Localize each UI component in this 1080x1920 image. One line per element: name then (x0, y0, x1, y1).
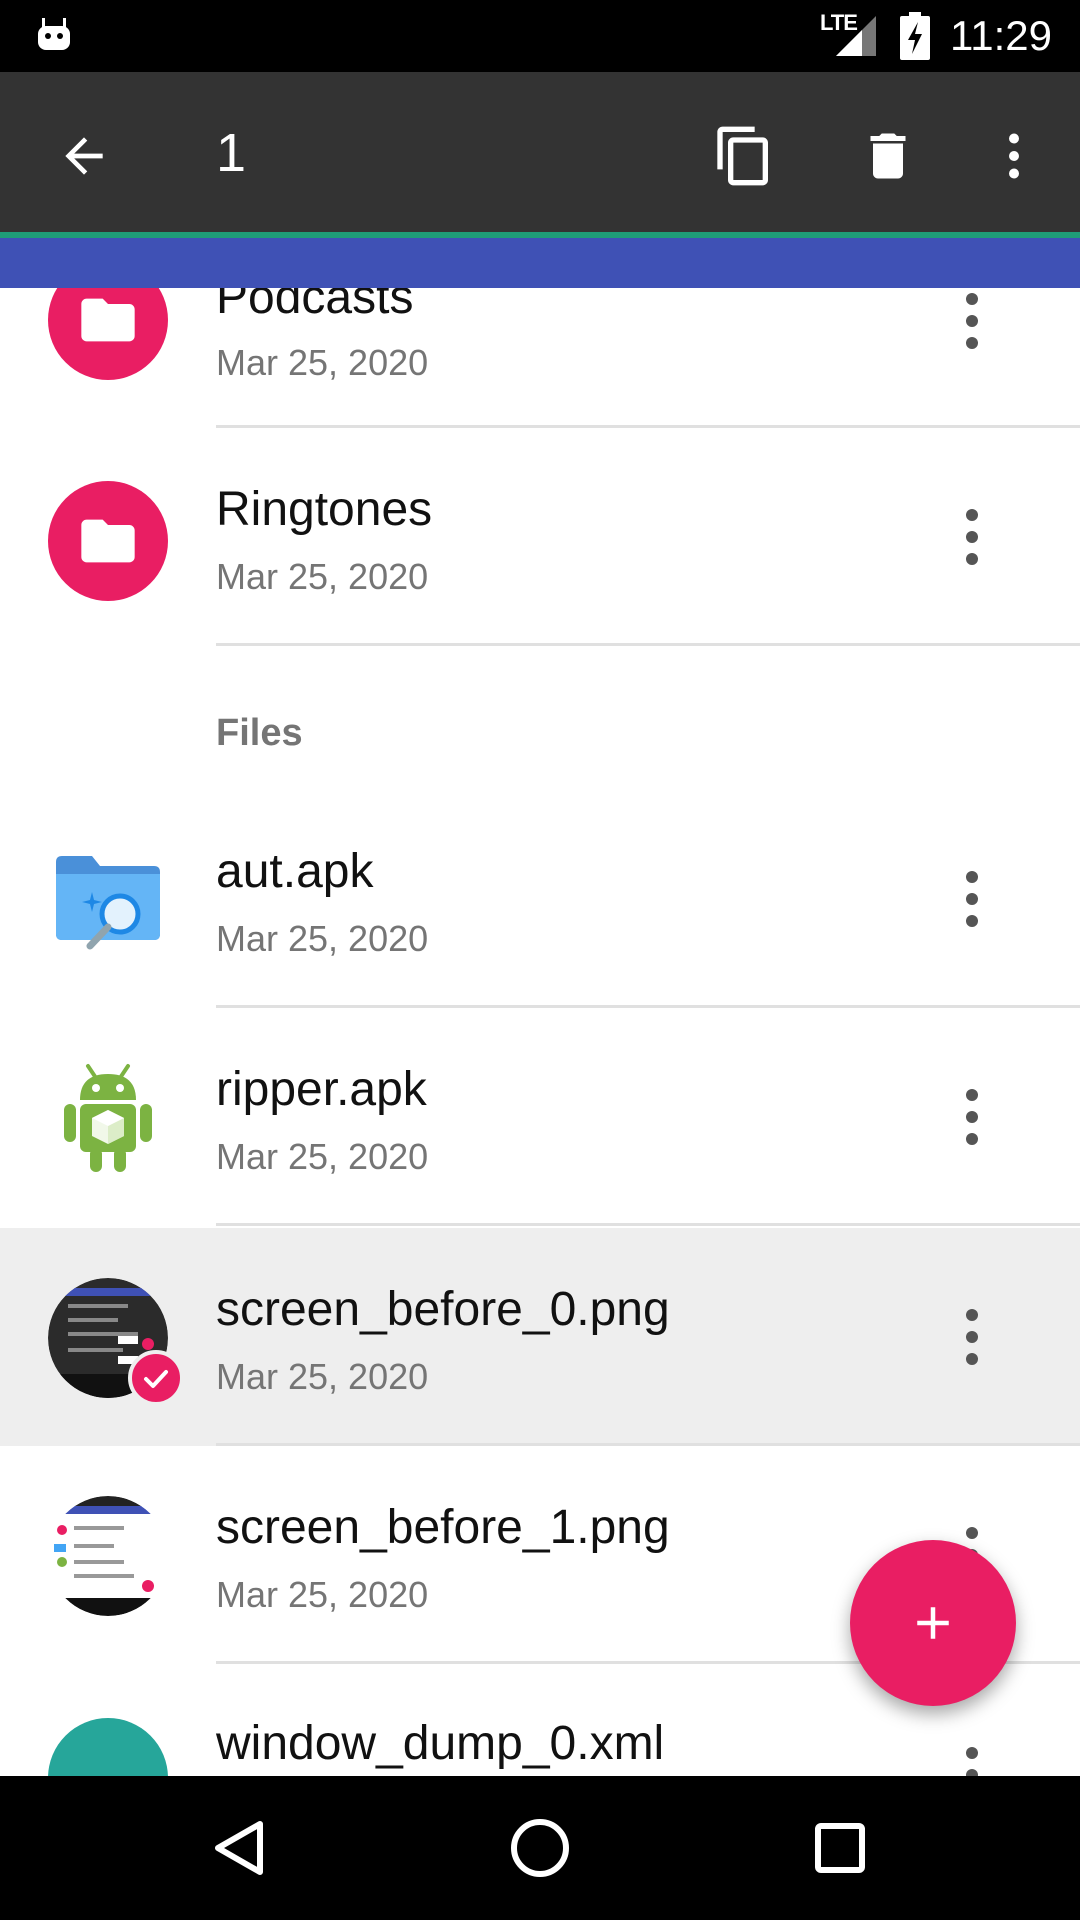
section-header-files: Files (216, 712, 303, 754)
more-vert-icon[interactable] (970, 112, 1058, 200)
image-thumbnail (48, 1496, 168, 1616)
signal-icon (836, 16, 876, 56)
item-date: Mar 25, 2020 (216, 1574, 429, 1615)
item-name: screen_before_1.png (216, 1501, 670, 1554)
more-vert-icon[interactable] (942, 1730, 1002, 1776)
item-date: Mar 25, 2020 (216, 918, 429, 959)
status-bar: LTE 11:29 (0, 0, 1080, 72)
list-item-ringtones[interactable]: Ringtones Mar 25, 2020 (0, 428, 1080, 646)
home-circle-icon (511, 1819, 569, 1877)
item-date: Mar 25, 2020 (216, 556, 429, 597)
nav-back-button[interactable] (190, 1798, 290, 1898)
item-name: screen_before_0.png (216, 1283, 670, 1336)
item-name: ripper.apk (216, 1063, 427, 1116)
selection-action-bar: 1 (0, 72, 1080, 232)
divider (216, 643, 1080, 646)
plus-icon (917, 1607, 949, 1639)
recents-square-icon (815, 1823, 865, 1873)
copy-icon[interactable] (700, 112, 788, 200)
apk-search-icon (56, 856, 160, 950)
add-fab-button[interactable] (850, 1540, 1016, 1706)
folder-icon (48, 481, 168, 601)
list-item-aut-apk[interactable]: aut.apk Mar 25, 2020 (0, 790, 1080, 1008)
delete-icon[interactable] (844, 112, 932, 200)
android-apk-icon (64, 1064, 152, 1172)
more-vert-icon[interactable] (942, 288, 1002, 366)
nav-recents-button[interactable] (790, 1798, 890, 1898)
back-triangle-icon (215, 1821, 263, 1875)
more-vert-icon[interactable] (942, 1292, 1002, 1382)
item-date: Mar 25, 2020 (216, 1356, 429, 1397)
item-date: Mar 25, 2020 (216, 342, 429, 383)
selection-count: 1 (216, 123, 247, 183)
item-date: Mar 25, 2020 (216, 1136, 429, 1177)
item-name: Ringtones (216, 483, 433, 536)
android-notification-icon (38, 18, 70, 50)
clock: 11:29 (950, 12, 1052, 59)
divider (216, 1223, 1080, 1226)
nav-home-button[interactable] (490, 1798, 590, 1898)
item-name: Podcasts (216, 288, 414, 324)
list-item-ripper-apk[interactable]: ripper.apk Mar 25, 2020 (0, 1008, 1080, 1226)
battery-charging-icon (900, 12, 930, 60)
list-item-podcasts[interactable]: Podcasts Mar 25, 2020 (0, 288, 1080, 428)
item-name: window_dump_0.xml (216, 1717, 665, 1770)
check-badge-icon (128, 1350, 184, 1406)
more-vert-icon[interactable] (942, 854, 1002, 944)
item-name: aut.apk (216, 845, 374, 898)
more-vert-icon[interactable] (942, 1072, 1002, 1162)
back-arrow-icon[interactable] (40, 112, 128, 200)
toolbar-band (0, 238, 1080, 288)
folder-icon (48, 288, 168, 380)
more-vert-icon[interactable] (942, 492, 1002, 582)
xml-file-icon (48, 1718, 168, 1776)
list-item-screen-before-0[interactable]: screen_before_0.png Mar 25, 2020 (0, 1228, 1080, 1446)
system-nav-bar (0, 1776, 1080, 1920)
